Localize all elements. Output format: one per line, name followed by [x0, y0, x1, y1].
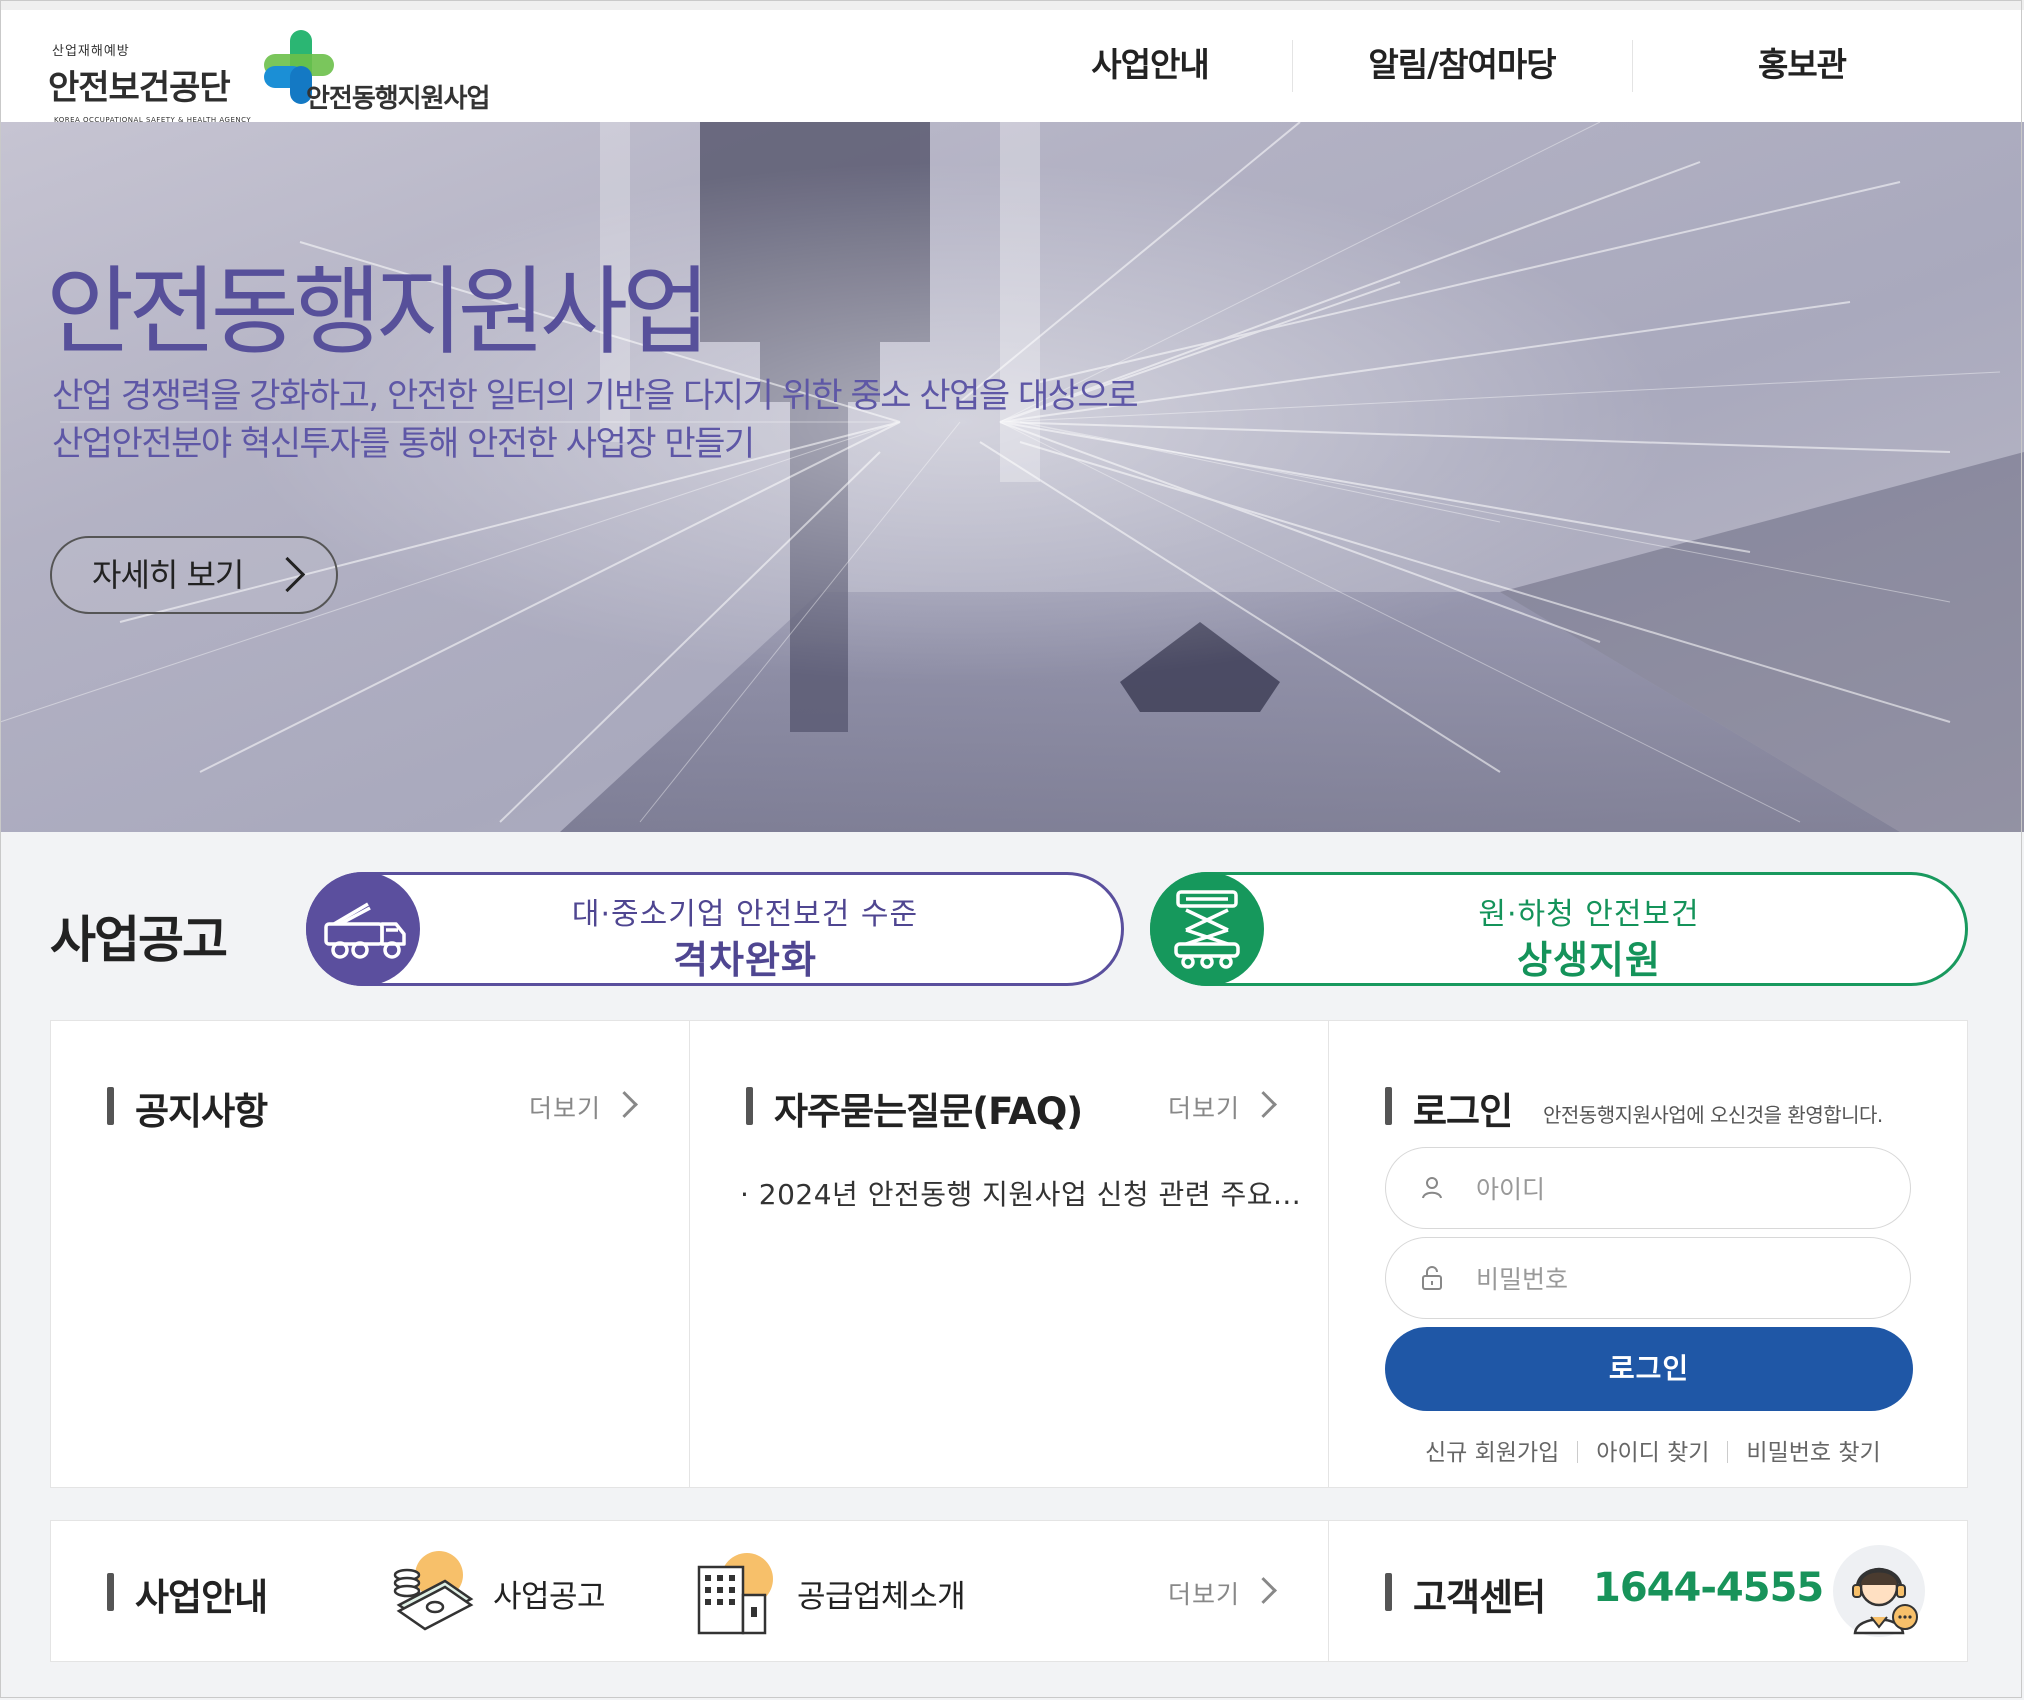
business-more-link[interactable]: 더보기 — [1168, 1575, 1277, 1611]
main-nav: 사업안내 알림/참여마당 홍보관 — [1000, 10, 2024, 122]
section-bar — [1385, 1087, 1392, 1125]
call-agent-icon — [1833, 1545, 1925, 1637]
announcement-title: 사업공고 — [50, 911, 228, 969]
section-bar — [107, 1573, 114, 1611]
chevron-right-icon — [1250, 1091, 1277, 1118]
view-more-label: 자세히 보기 — [92, 556, 244, 594]
notice-title: 공지사항 — [135, 1090, 268, 1133]
site-header: 산업재해예방 안전보건공단 KOREA OCCUPATIONAL SAFETY … — [0, 10, 2024, 124]
logo[interactable]: 산업재해예방 안전보건공단 KOREA OCCUPATIONAL SAFETY … — [48, 30, 528, 130]
business-title: 사업안내 — [135, 1576, 268, 1619]
chevron-right-icon — [1250, 1577, 1277, 1604]
find-password-link[interactable]: 비밀번호 찾기 — [1746, 1440, 1880, 1466]
faq-more-label: 더보기 — [1168, 1094, 1241, 1123]
faq-title: 자주묻는질문(FAQ) — [774, 1090, 1083, 1133]
announcement-gap-line2: 격차완화 — [673, 938, 817, 982]
nav-item-promotion[interactable]: 홍보관 — [1682, 36, 1922, 94]
announcement-gap-line1: 대·중소기업 안전보건 수준 — [571, 897, 919, 932]
notice-more-label: 더보기 — [529, 1094, 602, 1123]
password-field[interactable] — [1385, 1237, 1911, 1319]
hero-banner: 안전동행지원사업 산업 경쟁력을 강화하고, 안전한 일터의 기반을 다지기 위… — [0, 122, 2024, 832]
nav-separator — [1292, 40, 1293, 92]
hero-title: 안전동행지원사업 — [46, 256, 711, 368]
faq-panel: 자주묻는질문(FAQ) 더보기 · 2024년 안전동행 지원사업 신청 관련 … — [690, 1021, 1328, 1487]
username-field[interactable] — [1385, 1147, 1911, 1229]
hero-description: 산업 경쟁력을 강화하고, 안전한 일터의 기반을 다지기 위한 중소 산업을 … — [52, 372, 1139, 468]
announcement-coexistence[interactable]: 원·하청 안전보건 상생지원 — [1150, 872, 1968, 986]
view-more-button[interactable]: 자세히 보기 — [50, 536, 338, 614]
logo-small-text: 산업재해예방 — [52, 44, 130, 59]
hero-desc-line1: 산업 경쟁력을 강화하고, 안전한 일터의 기반을 다지기 위한 중소 산업을 … — [52, 376, 1139, 416]
section-bar — [1385, 1573, 1392, 1611]
nav-separator — [1632, 40, 1633, 92]
hero-desc-line2: 산업안전분야 혁신투자를 통해 안전한 사업장 만들기 — [52, 424, 755, 464]
panel-divider — [1328, 1521, 1329, 1661]
find-id-link[interactable]: 아이디 찾기 — [1596, 1440, 1709, 1466]
quick-link-announcement[interactable]: 사업공고 — [493, 1571, 606, 1616]
money-stack-icon — [393, 1551, 474, 1631]
info-panels: 공지사항 더보기 자주묻는질문(FAQ) 더보기 · 2024년 안전동행 지원… — [50, 1020, 1968, 1488]
login-button[interactable]: 로그인 — [1385, 1327, 1913, 1411]
business-more-label: 더보기 — [1168, 1580, 1241, 1609]
announcement-coexist-line2: 상생지원 — [1517, 938, 1661, 982]
logo-sub-text: 안전동행지원사업 — [306, 84, 490, 114]
faq-list-item[interactable]: · 2024년 안전동행 지원사업 신청 관련 주요... — [740, 1173, 1301, 1213]
hero-background-image — [0, 122, 2024, 832]
announcement-coexist-line1: 원·하청 안전보건 — [1478, 897, 1700, 932]
login-panel: 로그인 안전동행지원사업에 오신것을 환영합니다. 로그인 신규 회원가입 아이디… — [1329, 1021, 1967, 1487]
section-bar — [746, 1087, 753, 1125]
section-bar — [107, 1087, 114, 1125]
password-input[interactable] — [1474, 1258, 1878, 1300]
support-phone[interactable]: 1644-4555 — [1593, 1565, 1824, 1611]
chevron-right-icon — [269, 556, 306, 593]
login-welcome-text: 안전동행지원사업에 오신것을 환영합니다. — [1543, 1103, 1883, 1127]
notice-more-link[interactable]: 더보기 — [529, 1089, 638, 1125]
announcement-gap-relief[interactable]: 대·중소기업 안전보건 수준 격차완화 — [306, 872, 1124, 986]
lock-icon — [1422, 1266, 1442, 1290]
quick-link-suppliers[interactable]: 공급업체소개 — [797, 1571, 966, 1616]
nav-item-notice[interactable]: 알림/참여마당 — [1312, 36, 1612, 94]
logo-main-text: 안전보건공단 — [48, 68, 231, 108]
signup-link[interactable]: 신규 회원가입 — [1425, 1440, 1559, 1466]
faq-more-link[interactable]: 더보기 — [1168, 1089, 1277, 1125]
notice-panel: 공지사항 더보기 — [51, 1021, 689, 1487]
building-icon — [697, 1553, 773, 1635]
user-icon — [1422, 1177, 1442, 1199]
quick-links-bar: 사업안내 사업공고 공급업체소개 더보기 고객센터 1644-4555 — [50, 1520, 1968, 1662]
support-title: 고객센터 — [1413, 1576, 1546, 1619]
nav-item-business[interactable]: 사업안내 — [1030, 36, 1270, 94]
login-title: 로그인 — [1413, 1090, 1513, 1133]
chevron-right-icon — [611, 1091, 638, 1118]
username-input[interactable] — [1474, 1168, 1878, 1210]
login-links: 신규 회원가입 아이디 찾기 비밀번호 찾기 — [1425, 1433, 1881, 1467]
